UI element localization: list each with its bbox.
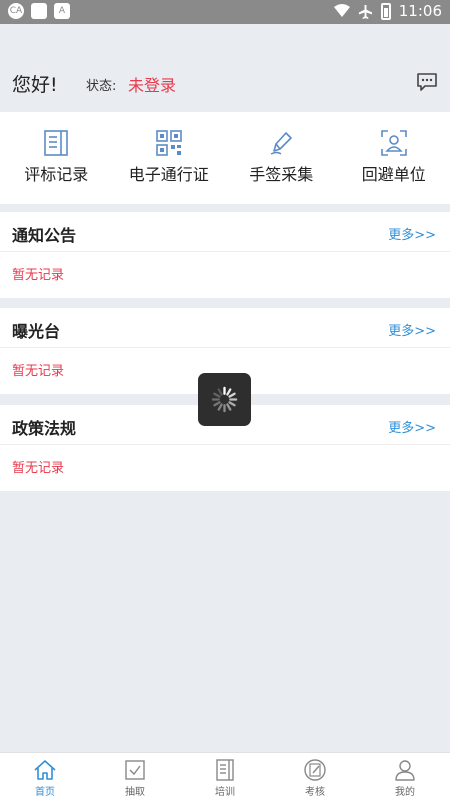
login-status-value[interactable]: 未登录 (128, 72, 176, 96)
font-notification-icon: A (54, 3, 70, 19)
more-link[interactable]: 更多>> (388, 320, 436, 339)
status-time: 11:06 (398, 2, 442, 20)
more-link[interactable]: 更多>> (388, 224, 436, 243)
section-title: 通知公告 (12, 226, 77, 245)
tab-profile[interactable]: 我的 (360, 753, 450, 800)
section-title: 政策法规 (12, 419, 77, 438)
spinner-icon (211, 386, 238, 413)
empty-message: 暂无记录 (12, 268, 65, 283)
qr-code-icon (155, 130, 182, 156)
user-icon (395, 760, 415, 781)
book-icon (216, 759, 234, 781)
bottom-tab-bar: 首页 抽取 培训 考核 我的 (0, 752, 450, 800)
tab-assessment[interactable]: 考核 (270, 753, 360, 800)
app-notification-icon: CA (8, 3, 24, 19)
quick-action-avoid-units[interactable]: 回避单位 (338, 112, 450, 204)
tab-label: 抽取 (125, 787, 145, 798)
quick-action-label: 手签采集 (249, 165, 314, 184)
quick-action-signature[interactable]: 手签采集 (225, 112, 338, 204)
loading-indicator (198, 373, 251, 426)
section-notices: 通知公告 更多>> 暂无记录 (0, 212, 450, 298)
tab-label: 首页 (35, 787, 55, 798)
checkbox-icon (125, 760, 145, 780)
tab-label: 我的 (395, 787, 415, 798)
quick-action-label: 回避单位 (361, 165, 426, 184)
tab-extract[interactable]: 抽取 (90, 753, 180, 800)
tab-label: 考核 (305, 787, 325, 798)
header: 您好! 状态: 未登录 (0, 24, 450, 112)
pen-icon (270, 132, 293, 155)
quick-action-label: 电子通行证 (128, 165, 209, 184)
quick-action-bid-records[interactable]: 评标记录 (0, 112, 113, 204)
empty-message: 暂无记录 (12, 461, 65, 476)
exam-icon (304, 759, 326, 781)
greeting: 您好! (12, 74, 58, 96)
section-title: 曝光台 (12, 322, 61, 341)
message-icon[interactable] (416, 72, 438, 92)
wifi-icon (333, 4, 350, 17)
tab-label: 培训 (215, 787, 235, 798)
tab-training[interactable]: 培训 (180, 753, 270, 800)
status-bar: CA A 11:06 (0, 0, 450, 24)
person-scan-icon (380, 130, 407, 156)
airplane-icon (358, 4, 372, 19)
tab-home[interactable]: 首页 (0, 753, 90, 800)
document-list-icon (44, 130, 69, 156)
quick-action-label: 评标记录 (24, 165, 89, 184)
quick-actions: 评标记录 电子通行证 手签采集 回避单位 (0, 112, 450, 204)
quick-action-e-pass[interactable]: 电子通行证 (113, 112, 226, 204)
login-status-label: 状态: (86, 79, 117, 94)
more-link[interactable]: 更多>> (388, 417, 436, 436)
home-icon (34, 760, 56, 780)
battery-icon (380, 2, 391, 20)
notification-icon (31, 3, 47, 19)
